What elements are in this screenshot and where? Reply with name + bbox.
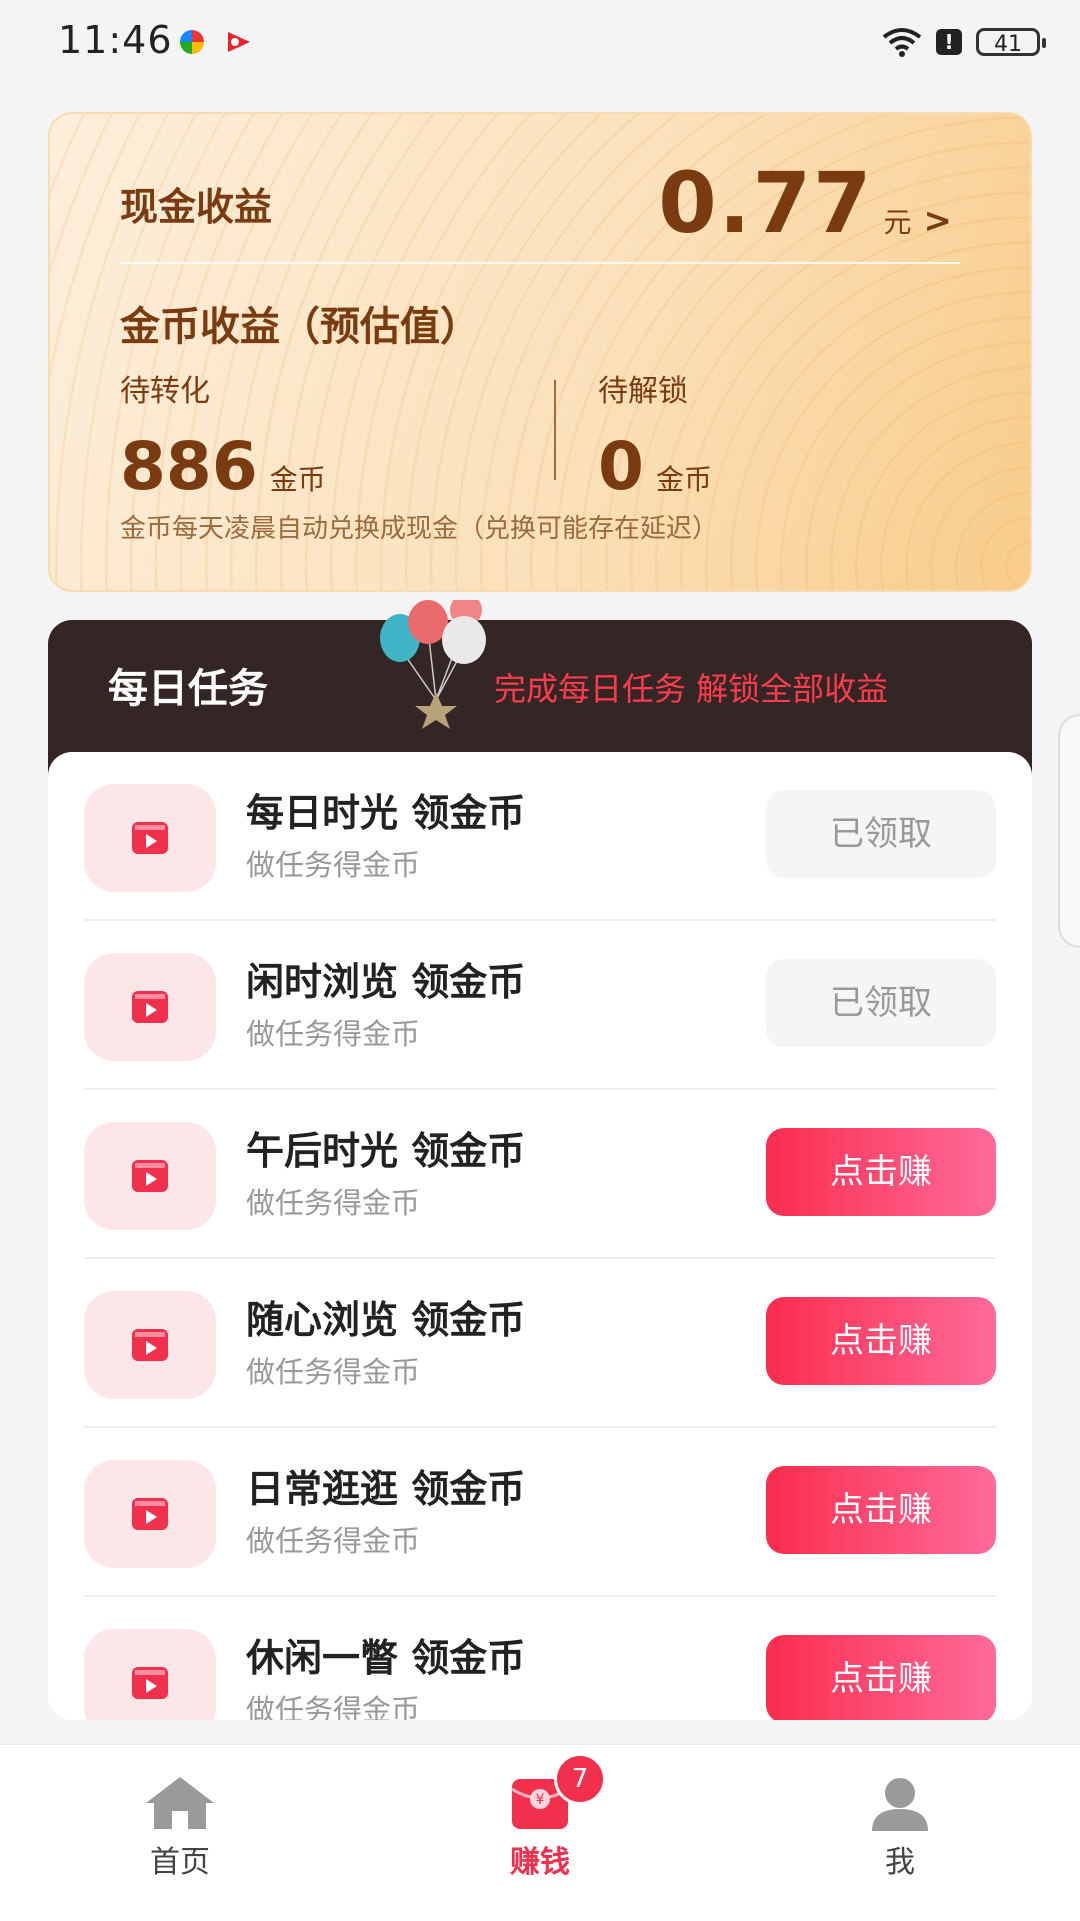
home-icon — [146, 1777, 214, 1829]
video-app-notification-icon — [228, 32, 250, 52]
chevron-right-icon: > — [923, 201, 953, 241]
task-claimed-button[interactable]: 已领取 — [766, 959, 996, 1047]
task-icon-container — [84, 953, 216, 1061]
task-description: 做任务得金币 — [246, 1186, 421, 1220]
task-icon-container — [84, 1291, 216, 1399]
task-name: 休闲一瞥 领金币 — [246, 1636, 526, 1680]
notification-badge: 7 — [554, 1753, 606, 1805]
person-icon — [872, 1778, 928, 1831]
status-bar: 11:46 ! 41 — [0, 0, 1080, 84]
nav-home[interactable]: 首页 — [100, 1775, 260, 1881]
pending-unlock-value: 0 — [598, 428, 644, 505]
task-icon-container — [84, 1122, 216, 1230]
app-notification-icon — [180, 30, 204, 54]
svg-text:¥: ¥ — [536, 1792, 545, 1808]
task-description: 做任务得金币 — [246, 848, 421, 882]
nav-earn[interactable]: ¥ 7 赚钱 — [460, 1753, 620, 1881]
task-row: 闲时浏览 领金币 做任务得金币 已领取 — [84, 921, 996, 1090]
wifi-icon — [882, 28, 922, 57]
daily-tasks-promo: 完成每日任务 解锁全部收益 — [494, 670, 889, 708]
task-name: 闲时浏览 领金币 — [246, 960, 526, 1004]
battery-indicator: 41 — [976, 28, 1046, 57]
task-claimed-button[interactable]: 已领取 — [766, 790, 996, 878]
daily-tasks-title: 每日任务 — [108, 666, 268, 712]
pending-convert: 待转化 886 金币 — [120, 366, 326, 505]
video-play-icon — [132, 1160, 168, 1192]
cash-earnings-value: 0.77 — [658, 154, 874, 252]
task-description: 做任务得金币 — [246, 1017, 421, 1051]
video-play-icon — [132, 991, 168, 1023]
task-list: 每日时光 领金币 做任务得金币 已领取 闲时浏览 领金币 做任务得金币 已领取 … — [48, 752, 1032, 1720]
task-row: 休闲一瞥 领金币 做任务得金币 点击赚 — [84, 1597, 996, 1720]
divider — [554, 380, 556, 480]
task-icon-container — [84, 1629, 216, 1720]
pending-convert-label: 待转化 — [120, 374, 210, 409]
task-icon-container — [84, 784, 216, 892]
task-name: 午后时光 领金币 — [246, 1129, 526, 1173]
task-description: 做任务得金币 — [246, 1693, 421, 1720]
exchange-note: 金币每天凌晨自动兑换成现金（兑换可能存在延迟） — [120, 514, 719, 544]
task-earn-button[interactable]: 点击赚 — [766, 1297, 996, 1385]
video-play-icon — [132, 822, 168, 854]
bottom-navigation: 首页 ¥ 7 赚钱 我 — [0, 1744, 1080, 1921]
nav-earn-label: 赚钱 — [510, 1845, 570, 1880]
task-description: 做任务得金币 — [246, 1355, 421, 1389]
cash-earnings-link[interactable]: 0.77 元 > — [658, 154, 952, 252]
pending-convert-value: 886 — [120, 428, 258, 505]
balloons-icon — [380, 600, 486, 729]
task-row: 随心浏览 领金币 做任务得金币 点击赚 — [84, 1259, 996, 1428]
divider — [120, 262, 960, 264]
task-earn-button[interactable]: 点击赚 — [766, 1128, 996, 1216]
coin-unit: 金币 — [655, 463, 712, 496]
pending-unlock: 待解锁 0 金币 — [598, 366, 712, 505]
coin-earnings-title: 金币收益（预估值） — [120, 304, 480, 350]
cash-unit: 元 — [883, 206, 912, 239]
nav-me-label: 我 — [885, 1845, 915, 1880]
earnings-card: 现金收益 0.77 元 > 金币收益（预估值） 待转化 886 金币 待解锁 0… — [48, 112, 1032, 592]
video-play-icon — [132, 1329, 168, 1361]
video-play-icon — [132, 1667, 168, 1699]
nav-me[interactable]: 我 — [820, 1775, 980, 1881]
task-row: 每日时光 领金币 做任务得金币 已领取 — [84, 752, 996, 921]
alert-icon: ! — [936, 29, 962, 55]
cash-earnings-label: 现金收益 — [120, 185, 273, 229]
task-icon-container — [84, 1460, 216, 1568]
task-row: 日常逛逛 领金币 做任务得金币 点击赚 — [84, 1428, 996, 1597]
task-name: 每日时光 领金币 — [246, 791, 526, 835]
task-row: 午后时光 领金币 做任务得金币 点击赚 — [84, 1090, 996, 1259]
task-earn-button[interactable]: 点击赚 — [766, 1635, 996, 1720]
task-earn-button[interactable]: 点击赚 — [766, 1466, 996, 1554]
task-name: 随心浏览 领金币 — [246, 1298, 526, 1342]
task-description: 做任务得金币 — [246, 1524, 421, 1558]
pending-unlock-label: 待解锁 — [598, 374, 688, 409]
side-pull-tab[interactable] — [1058, 714, 1080, 948]
nav-home-label: 首页 — [150, 1845, 210, 1880]
video-play-icon — [132, 1498, 168, 1530]
status-time: 11:46 — [58, 18, 173, 62]
coin-unit: 金币 — [269, 463, 326, 496]
task-name: 日常逛逛 领金币 — [246, 1467, 526, 1511]
